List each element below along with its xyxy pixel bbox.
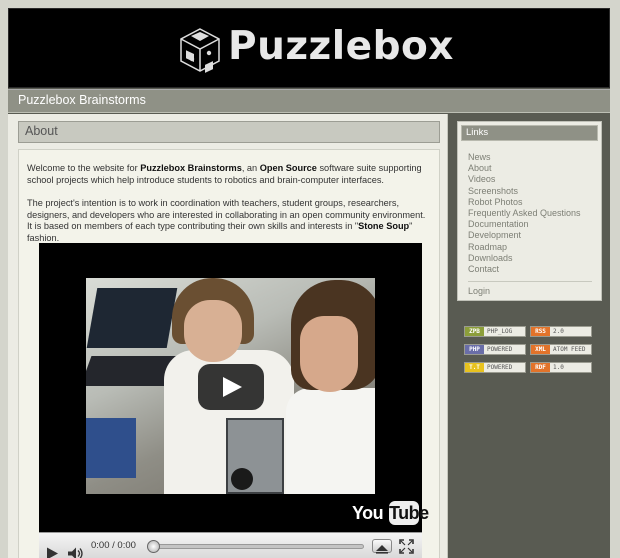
big-play-button[interactable]: [198, 364, 264, 410]
login-link[interactable]: Login: [468, 286, 490, 296]
time-display: 0:00 / 0:00: [91, 540, 136, 551]
badge-right: 1.0: [553, 364, 564, 371]
video-player[interactable]: You Tube 0:00 / 0:00: [39, 243, 429, 558]
play-icon[interactable]: [45, 540, 59, 558]
badge-left: XML: [531, 345, 550, 354]
link-documentation[interactable]: Documentation: [468, 219, 581, 230]
seek-handle[interactable]: [147, 540, 160, 553]
badge-left: RSS: [531, 327, 550, 336]
links-list: News About Videos Screenshots Robot Phot…: [468, 152, 581, 275]
site-title[interactable]: Puzzlebox Brainstorms: [18, 93, 146, 107]
link-robot-photos[interactable]: Robot Photos: [468, 197, 581, 208]
link-roadmap[interactable]: Roadmap: [468, 242, 581, 253]
link-news[interactable]: News: [468, 152, 581, 163]
badge-tt-powered[interactable]: T.T POWERED: [464, 362, 526, 373]
intro-text-1: Welcome to the website for: [27, 163, 141, 173]
link-faq[interactable]: Frequently Asked Questions: [468, 208, 581, 219]
intro-bold-2: Open Source: [259, 163, 317, 173]
link-videos[interactable]: Videos: [468, 174, 581, 185]
link-development[interactable]: Development: [468, 230, 581, 241]
link-screenshots[interactable]: Screenshots: [468, 186, 581, 197]
intro-bold-1: Puzzlebox Brainstorms: [140, 163, 242, 173]
links-divider: [468, 281, 592, 282]
robot-wheel: [231, 468, 253, 490]
badge-right: POWERED: [487, 364, 513, 371]
fullscreen-icon[interactable]: [399, 539, 414, 554]
student-1-face: [184, 300, 242, 362]
badge-rss-2[interactable]: RSS 2.0: [530, 326, 592, 337]
badge-left: PHP: [465, 345, 484, 354]
badge-xml-atom-feed[interactable]: XML ATOM FEED: [530, 344, 592, 355]
site-logo-text[interactable]: Puzzlebox: [228, 23, 454, 71]
page: Puzzlebox Puzzlebox Brainstorms About We…: [8, 8, 610, 558]
menu-button[interactable]: [372, 539, 392, 554]
seek-bar[interactable]: [151, 544, 364, 549]
links-title: Links: [466, 127, 489, 138]
badge-left: RDF: [531, 363, 550, 372]
badge-php-powered[interactable]: PHP POWERED: [464, 344, 526, 355]
site-header: Puzzlebox: [8, 8, 610, 88]
links-header: Links: [461, 125, 598, 141]
video-controls: 0:00 / 0:00: [39, 532, 422, 558]
student-2-shirt: [286, 388, 375, 494]
links-box: Links News About Videos Screenshots Robo…: [457, 121, 602, 301]
link-about[interactable]: About: [468, 163, 581, 174]
video-thumbnail[interactable]: [86, 278, 375, 494]
youtube-logo-tube: Tube: [389, 501, 429, 525]
intro-text-2: , an: [241, 163, 260, 173]
youtube-logo-you: You: [352, 503, 384, 523]
link-downloads[interactable]: Downloads: [468, 253, 581, 264]
section-body: Welcome to the website for Puzzlebox Bra…: [18, 149, 440, 558]
sidebar: Links News About Videos Screenshots Robo…: [448, 114, 610, 558]
section-title: About: [25, 124, 58, 138]
section-header: About: [18, 121, 440, 143]
intro-paragraph: Welcome to the website for Puzzlebox Bra…: [27, 163, 431, 186]
intention-bold-1: Stone Soup: [358, 221, 410, 231]
badge-right: 2.0: [553, 328, 564, 335]
volume-icon[interactable]: [67, 540, 85, 558]
puzzle-cube-icon[interactable]: [179, 27, 221, 73]
badge-right: ATOM FEED: [553, 346, 586, 353]
badge-right: POWERED: [487, 346, 513, 353]
badge-rdf-1[interactable]: RDF 1.0: [530, 362, 592, 373]
mousepad: [86, 418, 136, 478]
eject-icon: [376, 545, 388, 554]
badge-left: ZPB: [465, 327, 484, 336]
link-contact[interactable]: Contact: [468, 264, 581, 275]
intention-paragraph: The project's intention is to work in co…: [27, 198, 431, 244]
badge-right: PHP_LOG: [487, 328, 513, 335]
play-icon: [223, 377, 242, 397]
site-title-bar: Puzzlebox Brainstorms: [8, 89, 610, 113]
student-2-face: [300, 316, 358, 392]
badge-zpb-php-log[interactable]: ZPB PHP_LOG: [464, 326, 526, 337]
main-content: About Welcome to the website for Puzzleb…: [8, 114, 448, 558]
laptop-screen: [86, 288, 178, 348]
badge-left: T.T: [465, 363, 484, 372]
